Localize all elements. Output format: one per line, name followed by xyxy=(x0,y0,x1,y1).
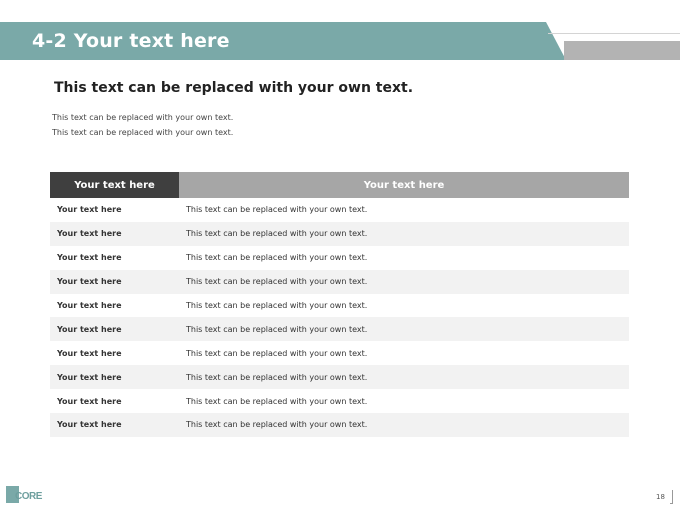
row-label: Your text here xyxy=(57,253,122,263)
table-row: Your text here This text can be replaced… xyxy=(50,341,629,365)
row-label: Your text here xyxy=(57,372,122,382)
section-subtitle: This text can be replaced with your own … xyxy=(54,80,414,96)
header-divider-line xyxy=(548,33,680,34)
row-value: This text can be replaced with your own … xyxy=(186,205,368,215)
row-value: This text can be replaced with your own … xyxy=(186,372,368,382)
row-label: Your text here xyxy=(57,301,122,310)
header-gray-bar xyxy=(564,41,680,60)
table-row: Your text here This text can be replaced… xyxy=(50,221,629,246)
row-value: This text can be replaced with your own … xyxy=(186,348,368,358)
content-table: Your text here Your text here Your text … xyxy=(50,172,629,437)
page-number: 18 xyxy=(656,493,665,501)
row-label: Your text here xyxy=(57,420,122,430)
row-value: This text can be replaced with your own … xyxy=(186,420,368,430)
table-row: Your text here This text can be replaced… xyxy=(50,317,629,342)
table-row: Your text here This text can be replaced… xyxy=(50,389,629,413)
core-logo: CORE xyxy=(6,486,48,504)
row-value: This text can be replaced with your own … xyxy=(186,324,368,334)
table-row: Your text here This text can be replaced… xyxy=(50,198,629,222)
body-text-line: This text can be replaced with your own … xyxy=(52,113,234,122)
row-value: This text can be replaced with your own … xyxy=(186,396,368,406)
table-row: Your text here This text can be replaced… xyxy=(50,413,629,437)
row-label: Your text here xyxy=(57,229,122,239)
row-value: This text can be replaced with your own … xyxy=(186,301,368,310)
logo-text: CORE xyxy=(15,491,42,502)
body-text-line: This text can be replaced with your own … xyxy=(52,128,234,137)
row-label: Your text here xyxy=(57,396,122,406)
table-row: Your text here This text can be replaced… xyxy=(50,365,629,390)
row-label: Your text here xyxy=(57,205,122,215)
row-label: Your text here xyxy=(57,277,122,287)
row-value: This text can be replaced with your own … xyxy=(186,253,368,263)
table-header-cell: Your text here xyxy=(179,172,629,198)
table-header-cell: Your text here xyxy=(50,172,179,198)
row-label: Your text here xyxy=(57,348,122,358)
page-number-bracket xyxy=(670,490,673,504)
page-title: 4-2 Your text here xyxy=(32,30,230,52)
row-label: Your text here xyxy=(57,324,122,334)
table-header-row: Your text here Your text here xyxy=(50,172,629,198)
row-value: This text can be replaced with your own … xyxy=(186,277,368,287)
table-row: Your text here This text can be replaced… xyxy=(50,246,629,270)
row-value: This text can be replaced with your own … xyxy=(186,229,368,239)
table-row: Your text here This text can be replaced… xyxy=(50,269,629,294)
table-row: Your text here This text can be replaced… xyxy=(50,294,629,318)
